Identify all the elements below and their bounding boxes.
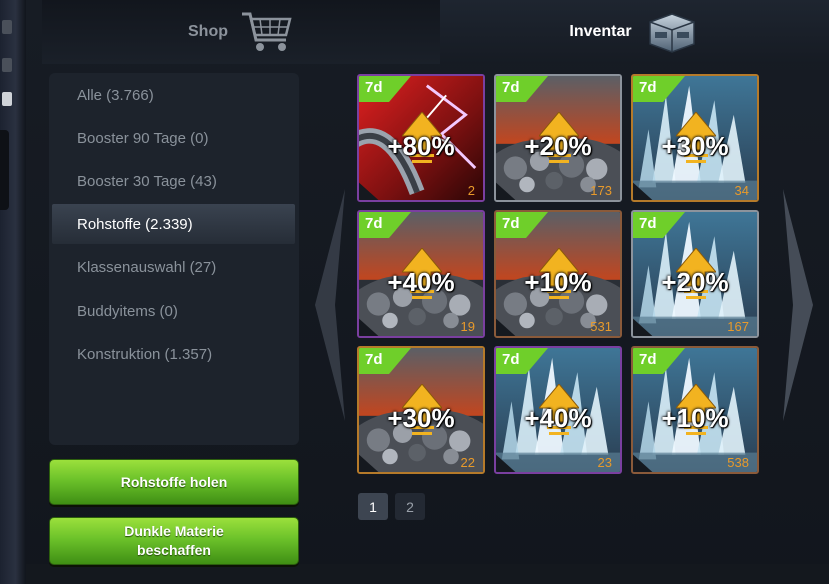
item-quantity: 531 — [590, 319, 612, 334]
panel-footer — [26, 564, 829, 584]
inventory-item[interactable]: 7d +20% 173 — [494, 74, 622, 202]
duration-label: 7d — [502, 215, 520, 232]
edge-chip — [2, 58, 12, 72]
duration-badge: 7d — [496, 348, 548, 374]
item-quantity: 538 — [727, 455, 749, 470]
duration-label: 7d — [502, 351, 520, 368]
edge-chip — [2, 92, 12, 106]
inventory-item[interactable]: 7d +20% 167 — [631, 210, 759, 338]
item-quantity: 2 — [467, 183, 475, 198]
inventory-item[interactable]: 7d +30% 22 — [357, 346, 485, 474]
bonus-percent: +20% — [524, 131, 592, 161]
bonus-percent: +30% — [387, 403, 455, 433]
tab-inventory-label: Inventar — [569, 23, 632, 40]
duration-label: 7d — [639, 351, 657, 368]
category-all[interactable]: Alle (3.766) — [49, 75, 299, 115]
duration-badge: 7d — [359, 212, 411, 238]
tab-shop[interactable]: Shop — [42, 0, 440, 64]
bonus-percent: +20% — [661, 267, 729, 297]
duration-badge: 7d — [633, 76, 685, 102]
get-resources-button[interactable]: Rohstoffe holen — [49, 459, 299, 505]
duration-label: 7d — [639, 215, 657, 232]
item-quantity: 19 — [460, 319, 475, 334]
item-quantity: 173 — [590, 183, 612, 198]
inventory-item[interactable]: 7d +40% 19 — [357, 210, 485, 338]
duration-badge: 7d — [359, 76, 411, 102]
inventory-item[interactable]: 7d +10% 538 — [631, 346, 759, 474]
category-resources[interactable]: Rohstoffe (2.339) — [52, 204, 295, 244]
duration-label: 7d — [502, 79, 520, 96]
page-button-1[interactable]: 1 — [358, 493, 388, 520]
get-resources-label: Rohstoffe holen — [120, 473, 228, 490]
tab-bar: Shop Inventar — [42, 0, 829, 64]
dark-matter-label-line1: Dunkle Materie — [124, 523, 224, 539]
page-button-2[interactable]: 2 — [395, 493, 425, 520]
left-edge-strip — [0, 0, 26, 584]
shopping-cart-icon — [242, 12, 292, 51]
inventory-item[interactable]: 7d +30% 34 — [631, 74, 759, 202]
inventory-item[interactable]: 7d +40% 23 — [494, 346, 622, 474]
duration-badge: 7d — [633, 348, 685, 374]
previous-page-arrow[interactable] — [311, 185, 347, 425]
bonus-percent: +30% — [661, 131, 729, 161]
category-list: Alle (3.766) Booster 90 Tage (0) Booster… — [49, 73, 299, 445]
duration-label: 7d — [639, 79, 657, 96]
item-quantity: 34 — [734, 183, 749, 198]
duration-badge: 7d — [633, 212, 685, 238]
tab-shop-label: Shop — [188, 23, 228, 40]
tab-inventory[interactable]: Inventar — [440, 0, 829, 64]
category-class-selection[interactable]: Klassenauswahl (27) — [49, 247, 299, 287]
dark-matter-label-line2: beschaffen — [137, 542, 211, 558]
duration-badge: 7d — [496, 212, 548, 238]
duration-label: 7d — [365, 79, 383, 96]
storage-crate-icon — [648, 13, 695, 53]
bonus-percent: +10% — [661, 403, 729, 433]
bonus-percent: +40% — [387, 267, 455, 297]
edge-handle[interactable] — [0, 130, 9, 210]
item-quantity: 22 — [460, 455, 475, 470]
get-dark-matter-button[interactable]: Dunkle Materie beschaffen — [49, 517, 299, 565]
item-quantity: 23 — [597, 455, 612, 470]
inventory-item[interactable]: 7d +80% 2 — [357, 74, 485, 202]
category-construction[interactable]: Konstruktion (1.357) — [49, 334, 299, 374]
category-booster-90[interactable]: Booster 90 Tage (0) — [49, 118, 299, 158]
duration-label: 7d — [365, 351, 383, 368]
bonus-percent: +40% — [524, 403, 592, 433]
category-booster-30[interactable]: Booster 30 Tage (43) — [49, 161, 299, 201]
edge-chip — [2, 20, 12, 34]
bonus-percent: +80% — [387, 131, 455, 161]
duration-badge: 7d — [496, 76, 548, 102]
item-quantity: 167 — [727, 319, 749, 334]
duration-label: 7d — [365, 215, 383, 232]
next-page-arrow[interactable] — [781, 185, 817, 425]
inventory-item[interactable]: 7d +10% 531 — [494, 210, 622, 338]
category-buddy-items[interactable]: Buddyitems (0) — [49, 291, 299, 331]
duration-badge: 7d — [359, 348, 411, 374]
bonus-percent: +10% — [524, 267, 592, 297]
